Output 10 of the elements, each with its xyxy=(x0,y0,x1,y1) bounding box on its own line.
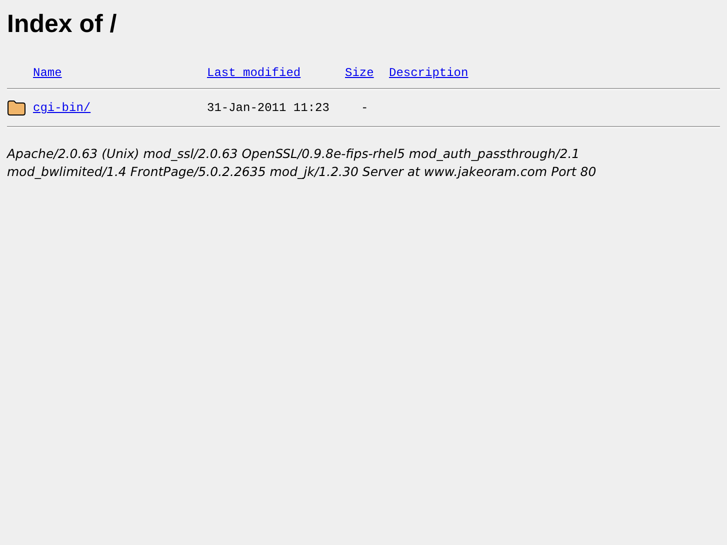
column-sort-link[interactable]: Size xyxy=(345,66,374,80)
file-link[interactable]: cgi-bin/ xyxy=(33,101,91,115)
column-sort-link[interactable]: Description xyxy=(389,66,468,80)
server-signature: Apache/2.0.63 (Unix) mod_ssl/2.0.63 OpenSSL/0.9.8e-fips-rhel5 mod_auth_passthrough/2.1 mod_bwlimited/1.4 FrontPage/5.0.2.2635 mod_jk/1.2.30 Server at www.jakeoram.com Port 80 xyxy=(7,145,598,181)
column-sort-link[interactable]: Name xyxy=(33,66,62,80)
folder-icon xyxy=(7,100,26,116)
modified-date: 31-Jan-2011 11:23 xyxy=(207,101,330,115)
page-title: Index of / xyxy=(7,9,118,39)
column-sort-link[interactable]: Last modified xyxy=(207,66,301,80)
file-size: - xyxy=(360,101,368,115)
